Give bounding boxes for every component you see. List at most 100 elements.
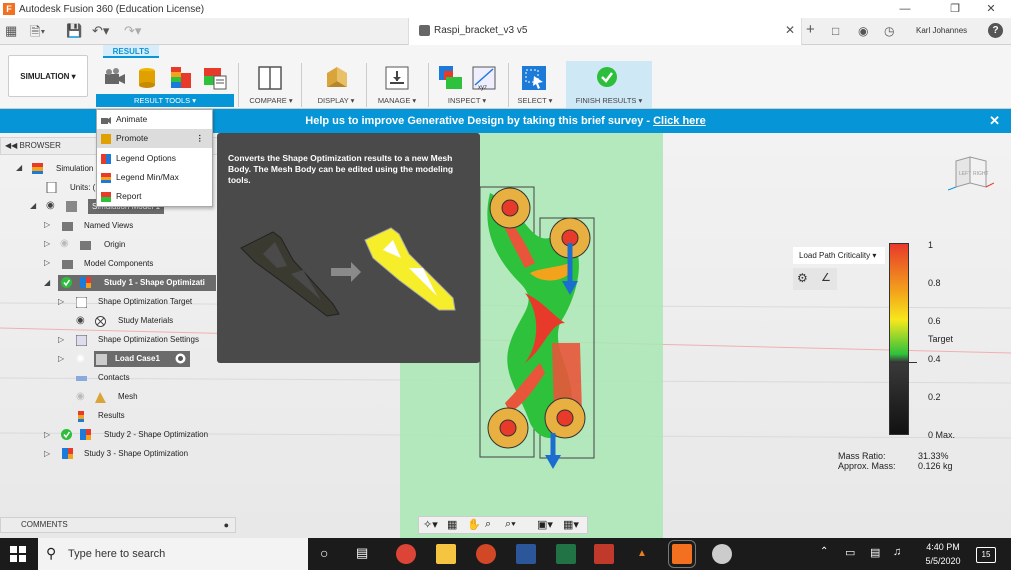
clock-time[interactable]: 4:40 PM (918, 542, 968, 552)
menu-item-legend-min-max[interactable]: Legend Min/Max (97, 168, 212, 187)
menu-item-report[interactable]: Report (97, 187, 212, 206)
tree-item-named-views[interactable]: Named Views (84, 217, 133, 235)
tree-item-units[interactable]: Units: ( (70, 179, 95, 197)
result-tools-menu[interactable]: RESULT TOOLS ▾ (96, 94, 234, 107)
expand-arrow-icon[interactable]: ◢ (16, 163, 22, 172)
comments-panel[interactable]: COMMENTS ● (0, 517, 236, 533)
zoom-window-icon[interactable]: ⌕ (485, 518, 491, 531)
tree-item-optimization-target[interactable]: Shape Optimization Target (98, 293, 192, 311)
manage-menu[interactable]: MANAGE ▾ (372, 96, 422, 105)
visibility-eye-icon[interactable]: ◉ (76, 353, 85, 364)
app-icon[interactable] (594, 544, 614, 564)
compare-icon[interactable] (257, 65, 283, 91)
orbit-icon[interactable]: ✧▾ (423, 518, 438, 531)
close-tab-icon[interactable]: ✕ (785, 23, 795, 37)
visibility-eye-icon[interactable]: ◉ (76, 391, 85, 402)
clock-date[interactable]: 5/5/2020 (918, 556, 968, 566)
redo-icon[interactable]: ↷▾ (124, 23, 141, 39)
task-view-icon[interactable]: ▤ (356, 545, 368, 561)
close-window-button[interactable]: ✕ (974, 0, 1008, 18)
battery-icon[interactable]: ▭ (845, 546, 855, 559)
menu-item-legend-options[interactable]: Legend Options (97, 149, 212, 168)
expand-arrow-icon[interactable]: ▷ (44, 220, 50, 229)
gear-icon[interactable]: ⚙ (797, 271, 808, 285)
collapse-icon[interactable]: ◀◀ (5, 141, 17, 150)
clock-icon[interactable]: ◷ (884, 24, 894, 38)
file-explorer-icon[interactable] (436, 544, 456, 564)
powerpoint-icon[interactable] (476, 544, 496, 564)
tree-item-study-1[interactable]: Study 1 - Shape Optimizati (104, 274, 205, 292)
network-icon[interactable]: ▤ (870, 546, 880, 559)
result-type-selector[interactable]: Load Path Criticality ▾ (793, 247, 885, 264)
cortana-icon[interactable]: ○ (320, 545, 328, 561)
menu-item-animate[interactable]: Animate (97, 110, 212, 129)
expand-arrow-icon[interactable]: ▷ (58, 297, 64, 306)
animate-icon[interactable] (102, 65, 128, 91)
legend-options-icon[interactable] (168, 65, 194, 91)
finish-results-group[interactable]: FINISH RESULTS ▾ (566, 61, 652, 108)
select-icon[interactable] (521, 65, 547, 91)
expand-arrow-icon[interactable]: ◢ (30, 201, 36, 210)
compare-menu[interactable]: COMPARE ▾ (246, 96, 296, 105)
display-icon[interactable] (323, 65, 349, 91)
promote-icon[interactable] (134, 65, 160, 91)
report-icon[interactable] (202, 65, 228, 91)
pan-icon[interactable]: ✋ (467, 518, 481, 531)
select-menu[interactable]: SELECT ▾ (511, 96, 559, 105)
workspace-switcher[interactable]: SIMULATION ▾ (8, 55, 88, 97)
restore-button[interactable]: ❐ (938, 0, 972, 18)
user-name[interactable]: Karl Johannes (916, 26, 967, 35)
save-icon[interactable]: 💾 (66, 23, 82, 39)
help-icon[interactable]: ? (988, 23, 1003, 38)
document-tab[interactable]: Raspi_bracket_v3 v5 ✕ (408, 18, 802, 45)
undo-icon[interactable]: ↶▾ (92, 23, 109, 39)
excel-icon[interactable] (556, 544, 576, 564)
tree-item-study-materials[interactable]: Study Materials (118, 312, 173, 330)
probe-icon[interactable]: ∠ (821, 271, 831, 284)
inspect-icon[interactable] (438, 65, 464, 91)
chat-icon[interactable]: □ (832, 24, 839, 38)
xyz-probe-icon[interactable]: xyz (471, 65, 497, 91)
tab-results[interactable]: RESULTS (103, 45, 159, 58)
visibility-eye-icon[interactable]: ◉ (76, 315, 85, 326)
close-icon[interactable]: ✕ (989, 109, 1000, 133)
menu-item-promote[interactable]: Promote ⋮ (97, 129, 212, 148)
volume-icon[interactable]: ♫ (893, 546, 901, 558)
expand-arrow-icon[interactable]: ▷ (44, 239, 50, 248)
tree-item-model-components[interactable]: Model Components (84, 255, 153, 273)
word-icon[interactable] (516, 544, 536, 564)
activate-radio-icon[interactable] (175, 353, 186, 364)
expand-arrow-icon[interactable]: ◢ (44, 278, 50, 287)
notification-icon[interactable]: 15 (976, 547, 996, 563)
tree-item-study-3[interactable]: Study 3 - Shape Optimization (84, 445, 188, 463)
visibility-eye-icon[interactable]: ◉ (60, 238, 69, 249)
display-menu[interactable]: DISPLAY ▾ (310, 96, 362, 105)
chrome-icon[interactable] (396, 544, 416, 564)
tree-item-results[interactable]: Results (98, 407, 125, 425)
matlab-icon[interactable]: ▲ (632, 544, 652, 564)
viewcube[interactable]: LEFT RIGHT (948, 153, 994, 193)
expand-arrow-icon[interactable]: ▷ (44, 258, 50, 267)
fusion360-taskbar-icon[interactable] (668, 540, 696, 568)
app-grid-icon[interactable]: ▦ (5, 23, 17, 39)
file-menu-icon[interactable]: 🗎▾ (30, 23, 45, 45)
expand-arrow-icon[interactable]: ▷ (44, 430, 50, 439)
tree-item-load-case[interactable]: Load Case1 (115, 350, 160, 368)
windows-start-icon[interactable] (10, 546, 26, 562)
taskbar-search[interactable]: ⚲ Type here to search (38, 538, 308, 570)
chevron-up-icon[interactable]: ⌃ (820, 546, 828, 557)
minimize-button[interactable]: — (888, 0, 922, 18)
banner-link[interactable]: Click here (653, 115, 706, 127)
visibility-eye-icon[interactable]: ◉ (46, 200, 55, 211)
manage-icon[interactable] (384, 65, 410, 91)
tree-item-study-2[interactable]: Study 2 - Shape Optimization (104, 426, 208, 444)
expand-arrow-icon[interactable]: ▷ (44, 449, 50, 458)
job-status-icon[interactable]: ◉ (858, 24, 868, 38)
tree-item-origin[interactable]: Origin (104, 236, 125, 254)
expand-arrow-icon[interactable]: ▷ (58, 354, 64, 363)
display-settings-icon[interactable]: ▣▾ (537, 518, 553, 531)
zoom-icon[interactable]: ⌕▾ (505, 518, 516, 531)
new-tab-icon[interactable]: + (806, 21, 815, 38)
tree-item-optimization-settings[interactable]: Shape Optimization Settings (98, 331, 199, 349)
tree-item-mesh[interactable]: Mesh (118, 388, 138, 406)
